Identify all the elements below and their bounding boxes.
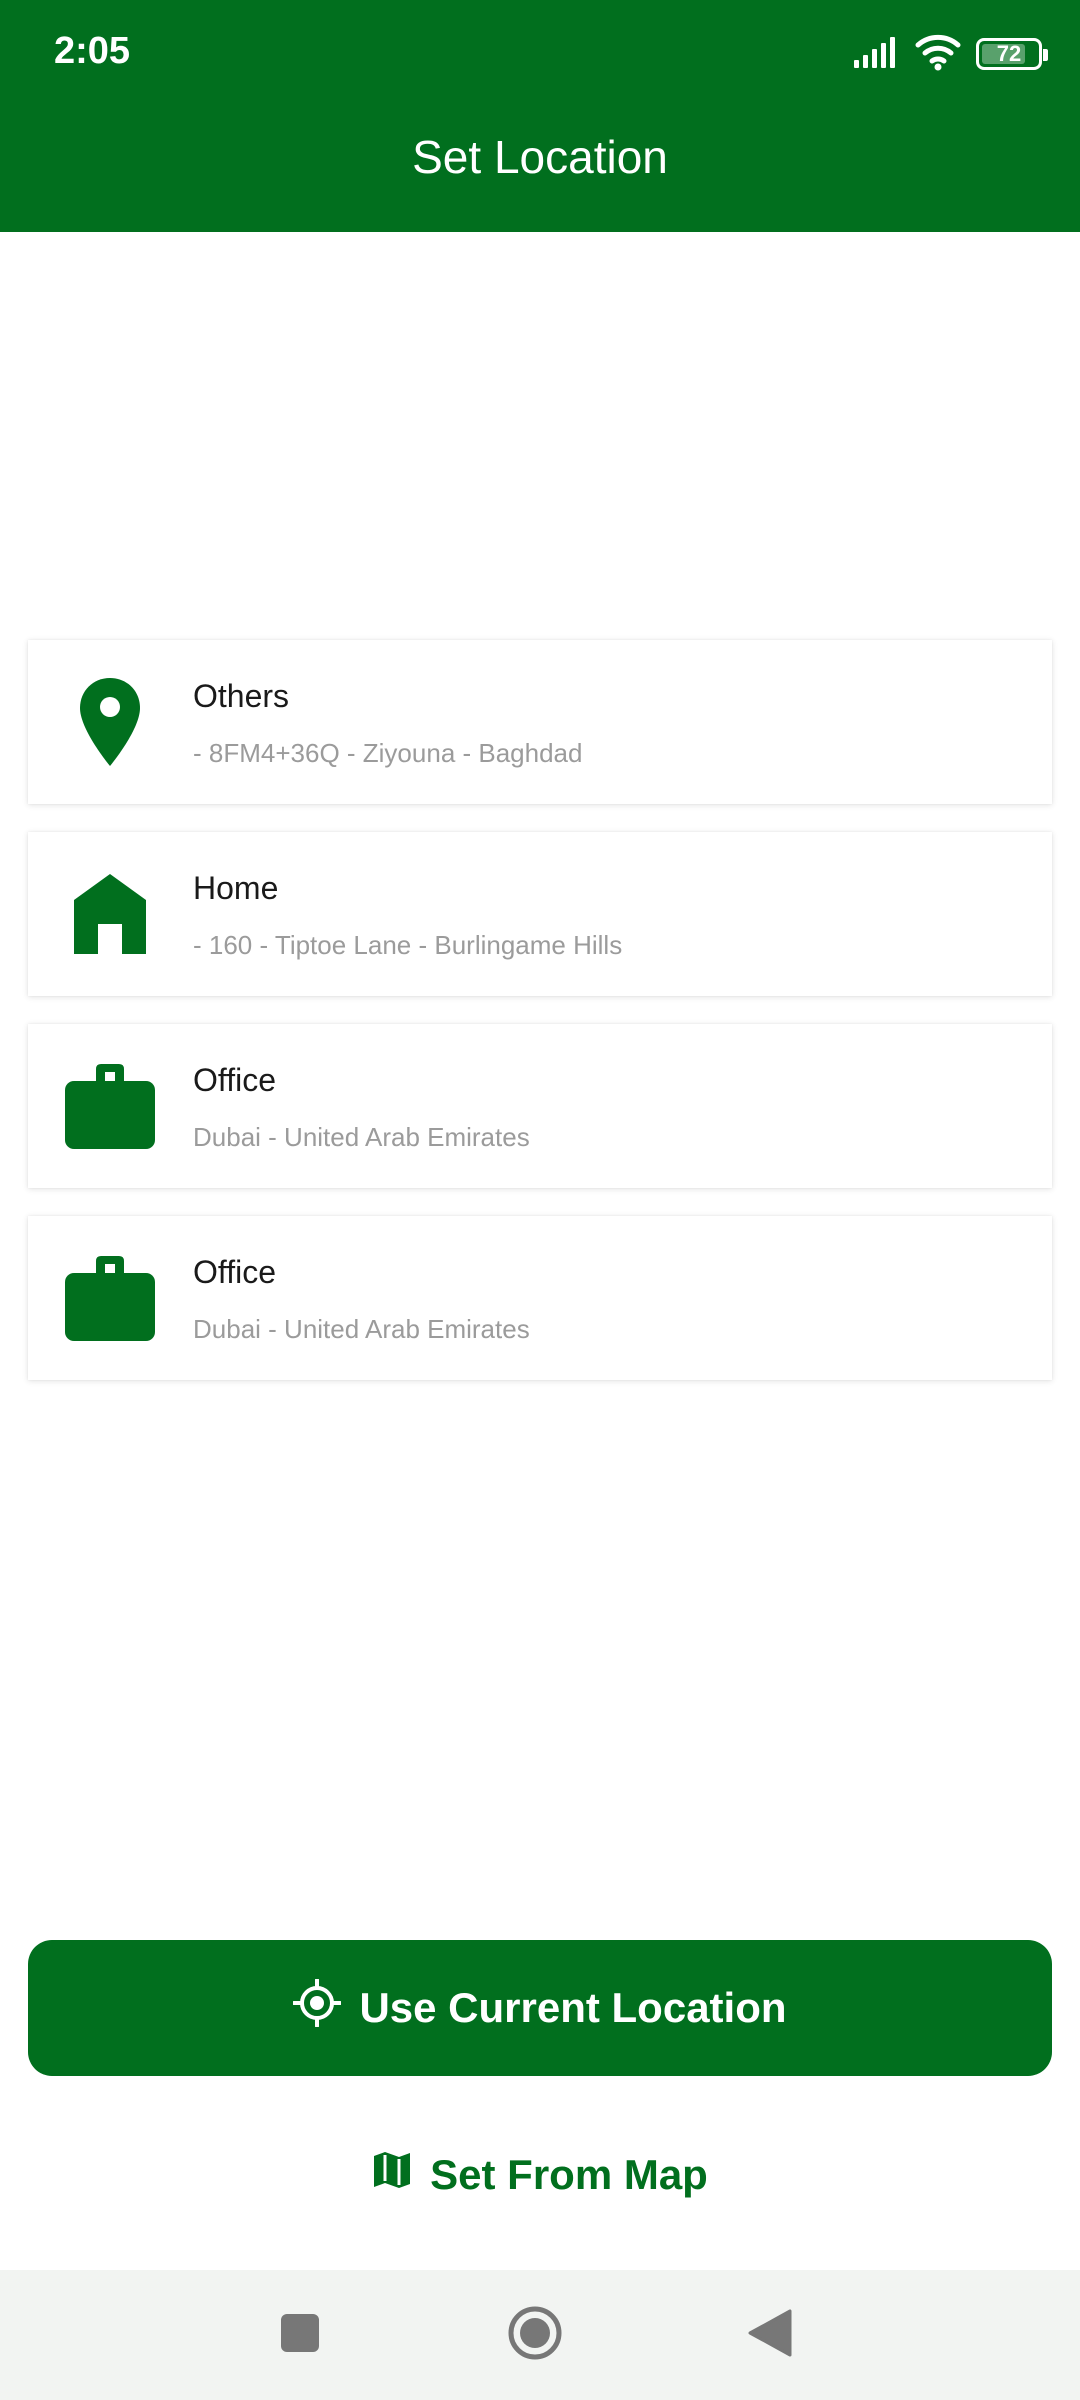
circle-icon bbox=[507, 2305, 563, 2366]
location-title: Office bbox=[193, 1062, 276, 1098]
location-card-home[interactable]: Home - 160 - Tiptoe Lane - Burlingame Hi… bbox=[28, 832, 1052, 996]
battery-level: 72 bbox=[996, 41, 1022, 66]
use-current-location-button[interactable]: Use Current Location bbox=[28, 1940, 1052, 2076]
screen: 2:05 72 Set Location Others - 8FM4+36Q -… bbox=[0, 0, 1080, 2400]
status-time: 2:05 bbox=[54, 30, 131, 72]
map-icon bbox=[372, 2150, 412, 2200]
recents-button[interactable] bbox=[265, 2300, 335, 2370]
battery-icon: 72 bbox=[976, 38, 1048, 70]
location-card-others[interactable]: Others - 8FM4+36Q - Ziyouna - Baghdad bbox=[28, 640, 1052, 804]
wifi-icon bbox=[914, 33, 962, 76]
square-icon bbox=[280, 2313, 320, 2358]
location-list: Others - 8FM4+36Q - Ziyouna - Baghdad Ho… bbox=[28, 640, 1052, 1408]
location-address: - 160 - Tiptoe Lane - Burlingame Hills bbox=[193, 930, 623, 960]
app-bar: 2:05 72 Set Location bbox=[0, 0, 1080, 232]
signal-icon bbox=[852, 36, 900, 73]
set-from-map-button[interactable]: Set From Map bbox=[0, 2140, 1080, 2210]
pin-icon bbox=[60, 672, 160, 772]
location-card-office[interactable]: Office Dubai - United Arab Emirates bbox=[28, 1216, 1052, 1380]
briefcase-icon bbox=[60, 1248, 160, 1348]
location-title: Home bbox=[193, 870, 279, 906]
back-button[interactable] bbox=[735, 2300, 805, 2370]
back-triangle-icon bbox=[748, 2309, 792, 2362]
navigation-bar bbox=[0, 2270, 1080, 2400]
location-address: Dubai - United Arab Emirates bbox=[193, 1122, 530, 1152]
home-icon bbox=[60, 864, 160, 964]
status-icons: 72 bbox=[852, 30, 1048, 78]
crosshair-icon bbox=[292, 1978, 343, 2037]
location-title: Others bbox=[193, 678, 290, 714]
home-button[interactable] bbox=[500, 2300, 570, 2370]
page-title: Set Location bbox=[412, 131, 668, 183]
battery-tip bbox=[1043, 49, 1048, 61]
briefcase-icon bbox=[60, 1056, 160, 1156]
location-address: - 8FM4+36Q - Ziyouna - Baghdad bbox=[193, 738, 583, 768]
location-title: Office bbox=[193, 1254, 276, 1290]
use-current-location-label: Use Current Location bbox=[359, 1984, 787, 2031]
set-from-map-label: Set From Map bbox=[430, 2151, 708, 2198]
location-address: Dubai - United Arab Emirates bbox=[193, 1314, 530, 1344]
location-card-office[interactable]: Office Dubai - United Arab Emirates bbox=[28, 1024, 1052, 1188]
